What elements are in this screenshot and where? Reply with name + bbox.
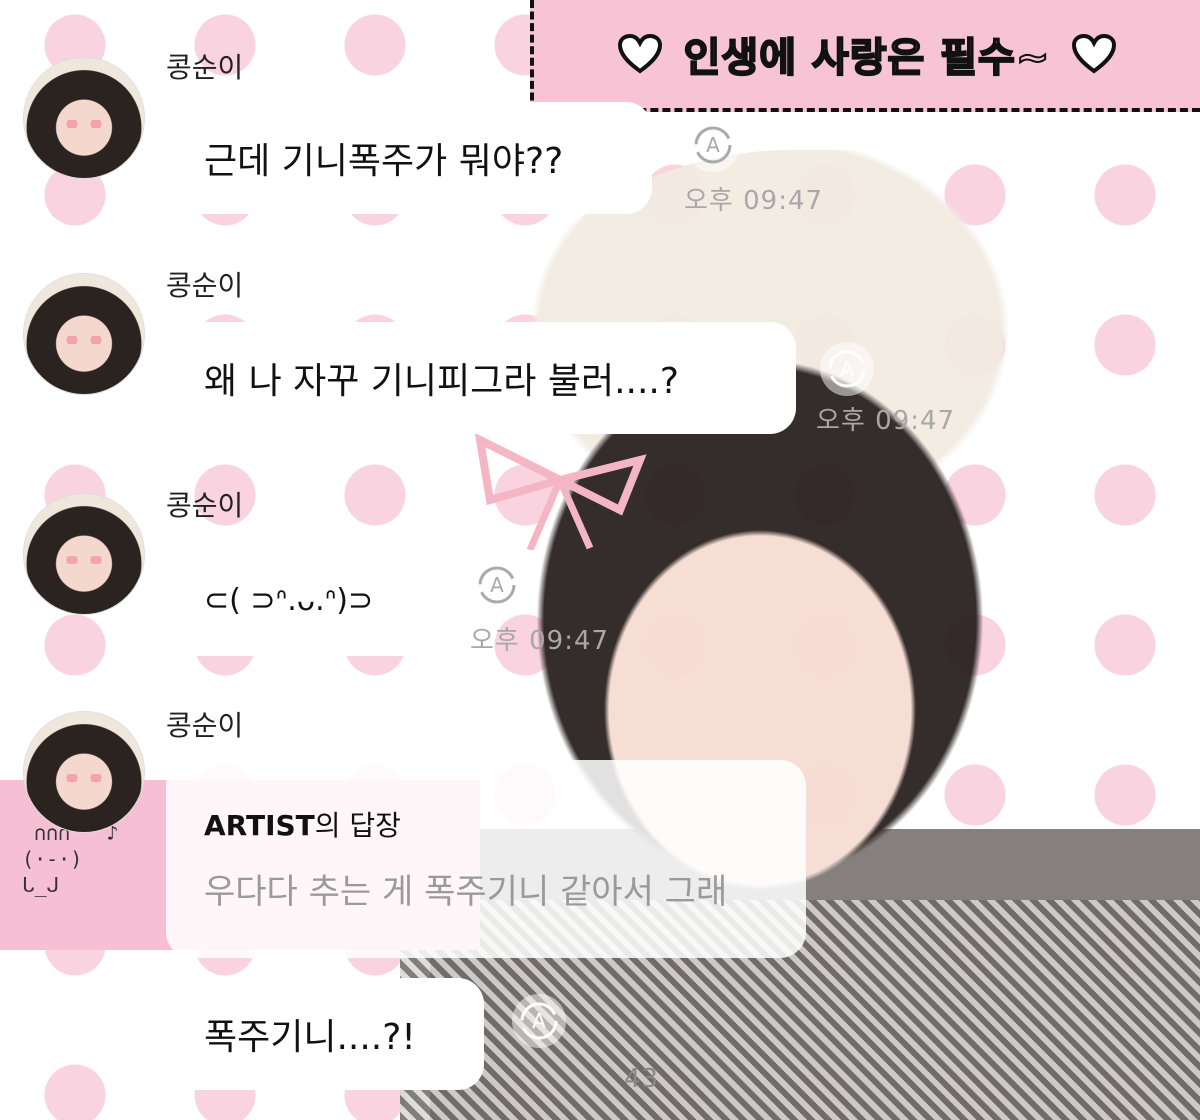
message-text: 폭주기니....?! [204,1017,416,1058]
top-banner: 인생에 사랑은 필수~ [530,0,1200,112]
message-text: 근데 기니폭주가 뭐야?? [204,141,564,182]
message-bubble[interactable]: ⊂( ⊃ᐢ.ᴗ.ᐢ)⊃ [166,544,440,656]
message-text: 왜 나 자꾸 기니피그라 불러....? [204,361,679,402]
heart-icon [1072,34,1117,74]
banner-text: 인생에 사랑은 필수~ [683,34,1051,82]
avatar[interactable] [24,274,144,394]
reply-quoted-text: 우다다 추는 게 폭주기니 같아서 그래 [204,872,728,912]
sender-name: 콩순이 [166,269,244,302]
svg-text:A: A [490,573,504,597]
avatar[interactable] [24,58,144,178]
message-time: 오후 09:47 [470,626,610,656]
message-bubble[interactable]: 왜 나 자꾸 기니피그라 불러....? [166,322,796,434]
sender-name: 콩순이 [166,51,244,84]
pink-ribbon-icon [474,432,647,550]
reply-artist-name: ARTIST [204,809,315,842]
svg-text:A: A [840,357,854,381]
avatar[interactable] [24,712,144,832]
avatar[interactable] [24,494,144,614]
doodle-sticker: ∩∩∩ ♪ (·-·) ᒐ_ᒍ [22,821,119,897]
read-status-icon: A [512,994,566,1048]
svg-text:A: A [706,133,720,157]
message-text: ⊂( ⊃ᐢ.ᴗ.ᐢ)⊃ [204,582,374,618]
read-status-icon: A [470,558,524,612]
message-time: 오후 09:47 [684,186,824,216]
message-time: 43 [624,1064,660,1094]
svg-text:A: A [532,1009,546,1033]
sender-name: 콩순이 [166,489,244,522]
sender-name: 콩순이 [166,709,244,742]
read-status-icon: A [686,118,740,172]
message-bubble[interactable]: 폭주기니....?! [166,978,484,1090]
artist-reply-card[interactable]: ARTIST의 답장 우다다 추는 게 폭주기니 같아서 그래 [166,760,806,958]
read-status-icon: A [820,342,874,396]
message-time: 오후 09:47 [816,406,956,436]
reply-label: ARTIST의 답장 [204,804,768,844]
heart-icon [617,34,662,74]
message-bubble[interactable]: 근데 기니폭주가 뭐야?? [166,102,652,214]
reply-label-suffix: 의 답장 [314,809,401,842]
